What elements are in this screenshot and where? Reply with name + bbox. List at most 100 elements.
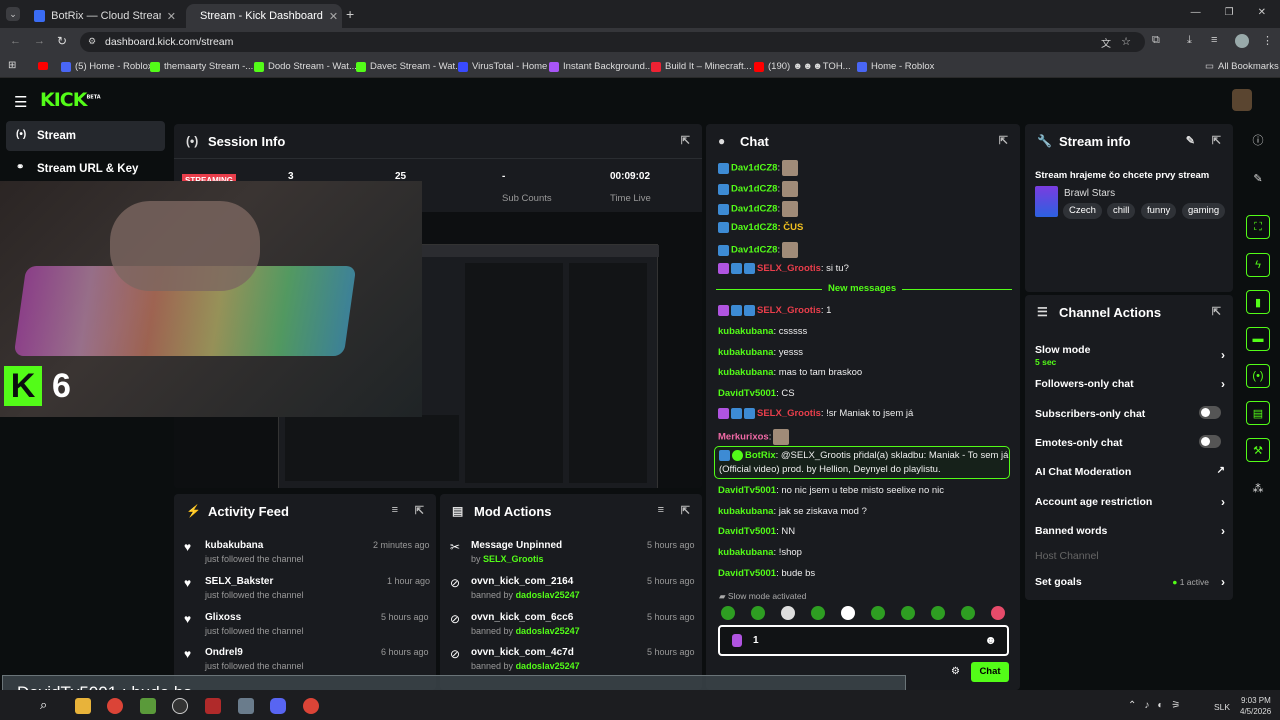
extensions-icon[interactable]: ⧉ <box>1152 34 1160 47</box>
nodes-icon[interactable]: ⁂ <box>1246 476 1270 500</box>
chat-input[interactable]: 1 ☻ <box>718 625 1009 656</box>
all-bookmarks[interactable]: ▭ All Bookmarks <box>1205 61 1279 72</box>
chat-username[interactable]: kubakubana <box>718 326 773 337</box>
chat-icon[interactable]: ▬ <box>1246 327 1270 351</box>
emote-icon[interactable] <box>781 606 795 620</box>
chat-username[interactable]: Dav1dCZ8 <box>731 222 777 233</box>
tag-chip[interactable]: funny <box>1141 203 1177 219</box>
slow-mode-row[interactable]: Slow mode 5 sec › <box>1035 344 1225 367</box>
chat-username[interactable]: SELX_Grootis <box>757 305 821 316</box>
translate-icon[interactable]: 文 <box>1101 35 1111 50</box>
chat-username[interactable]: DavidTv5001 <box>718 388 776 399</box>
tab-search-icon[interactable]: ⌄ <box>6 7 20 21</box>
restore-icon[interactable]: ❐ <box>1225 7 1234 18</box>
back-icon[interactable]: ← <box>10 35 21 47</box>
chat-username[interactable]: BotRix <box>745 450 776 461</box>
app-icon[interactable] <box>205 698 221 714</box>
chat-username[interactable]: DavidTv5001 <box>718 485 776 496</box>
pencil-icon[interactable]: ✎ <box>1246 166 1270 190</box>
new-tab-icon[interactable]: + <box>346 6 354 22</box>
bookmark-item[interactable]: (5) Home - Roblox <box>61 61 153 72</box>
youtube-icon[interactable] <box>38 62 48 70</box>
minimize-icon[interactable]: — <box>1191 7 1201 18</box>
chat-username[interactable]: Dav1dCZ8 <box>731 245 777 256</box>
broadcast-icon[interactable]: (•) <box>1246 364 1270 388</box>
obs-icon[interactable] <box>172 698 188 714</box>
chat-username[interactable]: Dav1dCZ8 <box>731 204 777 215</box>
filter-icon[interactable]: ≡ <box>658 504 664 516</box>
document-icon[interactable]: ▮ <box>1246 290 1270 314</box>
emote-icon[interactable] <box>811 606 825 620</box>
info-icon[interactable]: ⓘ <box>1246 128 1270 152</box>
emotes-only-toggle[interactable] <box>1199 435 1221 448</box>
chat-settings-icon[interactable]: ⚙ <box>951 666 960 677</box>
emote-icon[interactable] <box>961 606 975 620</box>
clock-time[interactable]: 9:03 PM <box>1241 696 1271 705</box>
chat-username[interactable]: Dav1dCZ8 <box>731 184 777 195</box>
tray-icons[interactable]: ⌃♪◐⚞ <box>1128 700 1188 711</box>
address-bar[interactable]: ⚙ dashboard.kick.com/stream 文 ☆ <box>80 32 1145 52</box>
chat-username[interactable]: SELX_Grootis <box>757 408 821 419</box>
chat-username[interactable]: kubakubana <box>718 347 773 358</box>
bookmark-item[interactable]: VirusTotal - Home <box>458 61 547 72</box>
clock-date[interactable]: 4/5/2026 <box>1240 707 1271 716</box>
bookmark-item[interactable]: Home - Roblox <box>857 61 934 72</box>
expand-icon[interactable]: ⇱ <box>1212 305 1221 318</box>
emote-icon[interactable] <box>991 606 1005 620</box>
chat-send-button[interactable]: Chat <box>971 662 1009 682</box>
minecraft-icon[interactable] <box>140 698 156 714</box>
file-explorer-icon[interactable] <box>75 698 91 714</box>
reload-icon[interactable]: ↻ <box>57 34 67 48</box>
ai-moderation-row[interactable]: AI Chat Moderation ↗ <box>1035 465 1225 478</box>
emote-icon[interactable] <box>871 606 885 620</box>
kick-logo[interactable]: KICKBETA <box>40 89 101 111</box>
banned-words-row[interactable]: Banned words › <box>1035 524 1225 538</box>
bookmark-item[interactable]: Instant Background... <box>549 61 653 72</box>
wrench-icon[interactable]: ⚒ <box>1246 438 1270 462</box>
set-goals-row[interactable]: Set goals ● 1 active › <box>1035 575 1225 589</box>
apps-icon[interactable]: ⊞ <box>8 60 16 71</box>
media-icon[interactable]: ≡ <box>1211 34 1217 46</box>
tag-chip[interactable]: gaming <box>1182 203 1226 219</box>
forward-icon[interactable]: → <box>34 35 45 47</box>
emoji-icon[interactable]: ☻ <box>984 633 997 647</box>
chat-username[interactable]: Merkurixos <box>718 432 769 443</box>
nav-stream[interactable]: (•) Stream <box>6 121 165 151</box>
emote-icon[interactable] <box>751 606 765 620</box>
expand-icon[interactable]: ⇱ <box>681 504 690 517</box>
emote-icon[interactable] <box>721 606 735 620</box>
emote-icon[interactable] <box>901 606 915 620</box>
chrome-icon[interactable] <box>107 698 123 714</box>
tag-chip[interactable]: chill <box>1107 203 1136 219</box>
emote-icon[interactable] <box>931 606 945 620</box>
hamburger-menu-icon[interactable]: ☰ <box>14 93 27 111</box>
bookmark-star-icon[interactable]: ☆ <box>1121 35 1131 48</box>
bookmark-item[interactable]: Dodo Stream - Wat... <box>254 61 357 72</box>
site-info-icon[interactable]: ⚙ <box>88 36 96 47</box>
account-age-row[interactable]: Account age restriction › <box>1035 495 1225 509</box>
chat-username[interactable]: kubakubana <box>718 367 773 378</box>
language-indicator[interactable]: SLK <box>1214 702 1230 712</box>
bookmark-item[interactable]: themaarty Stream -... <box>150 61 253 72</box>
chat-username[interactable]: SELX_Grootis <box>757 263 821 274</box>
bookmark-item[interactable]: Davec Stream - Wat... <box>356 61 463 72</box>
close-tab-icon[interactable]: ✕ <box>329 10 338 23</box>
menu-icon[interactable]: ⋮ <box>1262 34 1273 47</box>
expand-icon[interactable]: ⇱ <box>999 134 1008 147</box>
chat-username[interactable]: Dav1dCZ8 <box>731 163 777 174</box>
user-avatar[interactable] <box>1232 89 1252 111</box>
close-tab-icon[interactable]: ✕ <box>167 10 176 23</box>
fullscreen-icon[interactable]: ⛶ <box>1246 215 1270 239</box>
followers-only-row[interactable]: Followers-only chat › <box>1035 377 1225 391</box>
profile-avatar[interactable] <box>1235 34 1249 48</box>
nav-stream-url-key[interactable]: ⚭ Stream URL & Key <box>6 156 165 182</box>
edit-icon[interactable]: ✎ <box>1186 134 1195 147</box>
tab-kick-dashboard[interactable]: Stream - Kick Dashboard ✕ <box>186 4 342 28</box>
discord-icon[interactable] <box>270 698 286 714</box>
tag-chip[interactable]: Czech <box>1063 203 1102 219</box>
chat-username[interactable]: kubakubana <box>718 547 773 558</box>
downloads-icon[interactable]: ⤓ <box>1187 34 1192 47</box>
bookmark-item[interactable]: Build It – Minecraft... <box>651 61 752 72</box>
emote-icon[interactable] <box>841 606 855 620</box>
app-icon[interactable] <box>238 698 254 714</box>
